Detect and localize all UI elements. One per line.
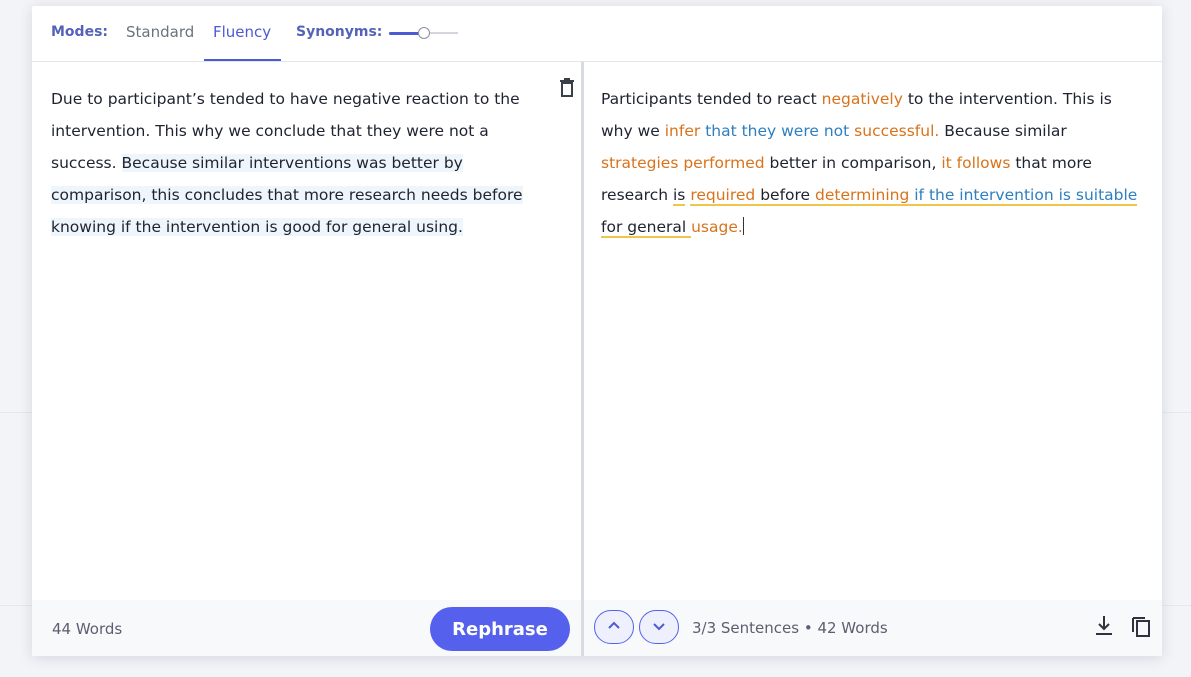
input-footer: 44 Words Rephrase [32,600,581,656]
changed-word[interactable]: determining [815,186,910,206]
tab-fluency[interactable]: Fluency [213,23,271,41]
output-stats: 3/3 Sentences • 42 Words [692,619,888,637]
structural-change[interactable]: that they were not [705,122,849,140]
copy-icon[interactable] [1131,614,1151,638]
text-cursor [742,217,744,235]
download-icon[interactable] [1094,614,1114,638]
next-sentence-button[interactable] [639,610,679,644]
output-text: Participants tended to react [601,90,822,108]
output-text-area[interactable]: Participants tended to react negatively … [601,83,1141,243]
underlined-word[interactable]: is [672,186,686,206]
structural-change[interactable]: if the intervention is suitable [914,186,1138,206]
changed-word[interactable]: it follows [941,154,1010,172]
previous-sentence-button[interactable] [594,610,634,644]
output-text: better in comparison, [764,154,942,172]
input-text-area[interactable]: Due to participant’s tended to have nega… [51,83,551,243]
changed-word[interactable]: required [690,186,756,206]
slider-thumb[interactable] [417,27,430,39]
output-text: for general [601,218,692,238]
changed-word[interactable]: usage. [691,218,743,236]
output-footer: 3/3 Sentences • 42 Words [584,600,1162,656]
changed-word[interactable]: successful. [854,122,939,140]
modes-bar: Modes: Standard Fluency Synonyms: [32,6,1162,62]
modes-label: Modes: [51,24,108,40]
rephrase-button[interactable]: Rephrase [430,607,570,651]
changed-word[interactable]: strategies performed [601,154,765,172]
paraphraser-card: Modes: Standard Fluency Synonyms: Due to… [32,6,1162,656]
output-text: before [755,186,816,206]
pane-divider [581,62,584,656]
synonyms-slider[interactable] [389,27,459,39]
synonyms-label: Synonyms: [296,24,383,40]
output-text: Because similar [944,122,1067,140]
active-tab-indicator [204,59,281,61]
trash-icon[interactable] [559,78,575,98]
input-word-count: 44 Words [52,620,123,638]
changed-word[interactable]: negatively [822,90,903,108]
input-sentence: Because similar interventions was better… [51,154,523,236]
changed-word[interactable]: infer [665,122,701,140]
tab-standard[interactable]: Standard [126,23,194,41]
